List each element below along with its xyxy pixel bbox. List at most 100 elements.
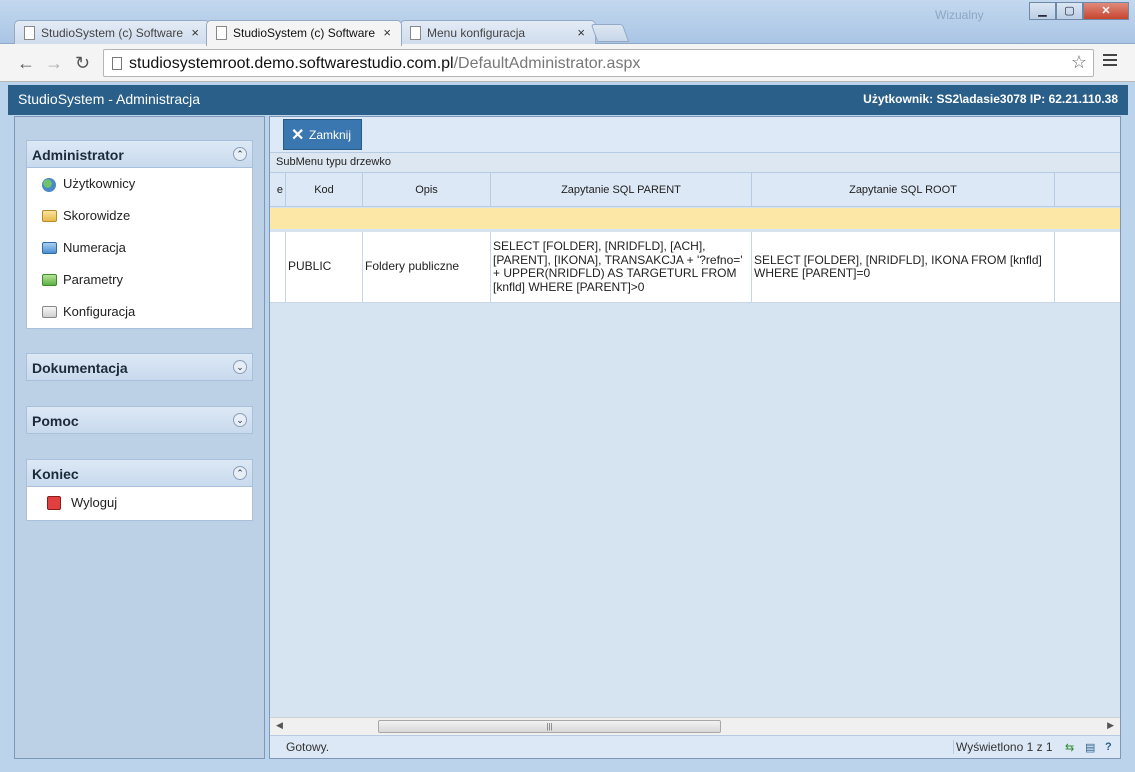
panel-header[interactable]: Koniec ⌃ [26, 459, 253, 487]
panel-header[interactable]: Pomoc ⌄ [26, 406, 253, 434]
sidebar-item-label: Parametry [63, 272, 123, 287]
panel-header[interactable]: Administrator ⌃ [26, 140, 253, 168]
horizontal-scrollbar[interactable]: ◀ ||| ▶ [270, 717, 1120, 735]
new-tab-button[interactable] [590, 24, 630, 42]
sidebar-item-users[interactable]: Użytkownicy [27, 168, 252, 200]
folder-blue-icon [42, 242, 57, 254]
app-header: StudioSystem - Administracja Użytkownik:… [8, 85, 1128, 115]
url-text: studiosystemroot.demo.softwarestudio.com… [129, 55, 640, 73]
scroll-right-arrow-icon[interactable]: ▶ [1107, 720, 1114, 731]
cell-kod: PUBLIC [286, 232, 363, 302]
sidebar-item-configuration[interactable]: Konfiguracja [27, 296, 252, 328]
panel-documentation: Dokumentacja ⌄ [26, 353, 253, 381]
folder-green-icon [42, 274, 57, 286]
record-count: Wyświetlono 1 z 1 [953, 740, 1053, 754]
url-path: /DefaultAdministrator.aspx [453, 55, 641, 72]
panel-title: Pomoc [32, 413, 79, 429]
browser-titlebar: Wizualny StudioSystem (c) Software × Stu… [0, 0, 1135, 46]
close-icon: ✕ [291, 127, 305, 144]
sidebar-item-label: Skorowidze [63, 208, 131, 223]
folder-yellow-icon [42, 210, 57, 222]
panel-help: Pomoc ⌄ [26, 406, 253, 434]
help-icon[interactable]: ? [1105, 741, 1112, 753]
os-user-label: Wizualny [935, 8, 984, 22]
app-title: StudioSystem - Administracja [18, 91, 201, 107]
folder-gray-icon [42, 306, 57, 318]
collapse-icon[interactable]: ⌃ [233, 466, 247, 480]
status-bar: Gotowy. Wyświetlono 1 z 1 ⇆ ▤ ? [270, 735, 1120, 758]
panel-end: Koniec ⌃ Wyloguj [26, 459, 253, 521]
cell-sql-parent: SELECT [FOLDER], [NRIDFLD], [ACH], [PARE… [491, 232, 752, 302]
column-header-sql-root[interactable]: Zapytanie SQL ROOT [752, 173, 1055, 207]
bookmark-star-icon[interactable]: ☆ [1071, 52, 1087, 73]
logout-icon [47, 496, 61, 510]
expand-icon[interactable]: ⌄ [233, 413, 247, 427]
close-button[interactable]: ✕ Zamknij [283, 119, 362, 150]
sidebar-item-label: Wyloguj [71, 495, 118, 510]
address-bar[interactable]: studiosystemroot.demo.softwarestudio.com… [103, 49, 1094, 77]
collapse-icon[interactable]: ⌃ [233, 147, 247, 161]
close-button-label: Zamknij [309, 128, 352, 142]
sidebar-item-parameters[interactable]: Parametry [27, 264, 252, 296]
table-row[interactable]: PUBLIC Foldery publiczne SELECT [FOLDER]… [270, 231, 1120, 303]
sidebar: Administrator ⌃ Użytkownicy Skorowidze N… [14, 116, 265, 759]
users-icon [42, 178, 56, 192]
close-icon[interactable]: × [577, 25, 585, 40]
browser-toolbar: ← → ↻ studiosystemroot.demo.softwarestud… [0, 44, 1135, 82]
page-icon [216, 26, 227, 40]
status-text: Gotowy. [286, 740, 330, 754]
browser-tab-3[interactable]: Menu konfiguracja × [400, 20, 596, 45]
grid-header: e Kod Opis Zapytanie SQL PARENT Zapytani… [270, 173, 1120, 207]
export-icon[interactable]: ▤ [1085, 741, 1095, 754]
column-header-opis[interactable]: Opis [363, 173, 491, 207]
page-icon [24, 26, 35, 40]
refresh-icon[interactable]: ⇆ [1065, 741, 1074, 754]
scrollbar-thumb[interactable]: ||| [378, 720, 721, 733]
panel-title: Koniec [32, 466, 79, 482]
window-close-button[interactable]: ✕ [1083, 2, 1129, 20]
panel-administrator: Administrator ⌃ Użytkownicy Skorowidze N… [26, 140, 253, 329]
panel-body: Użytkownicy Skorowidze Numeracja Paramet… [26, 168, 253, 329]
tab-title: StudioSystem (c) Software [41, 26, 183, 40]
column-header-sql-parent[interactable]: Zapytanie SQL PARENT [491, 173, 752, 207]
sidebar-item-logout[interactable]: Wyloguj [27, 487, 252, 519]
panel-header[interactable]: Dokumentacja ⌄ [26, 353, 253, 381]
back-arrow-icon[interactable]: ← [17, 53, 35, 74]
tab-title: Menu konfiguracja [427, 26, 526, 40]
user-info: Użytkownik: SS2\adasie3078 IP: 62.21.110… [863, 92, 1118, 106]
panel-body: Wyloguj [26, 487, 253, 521]
column-header[interactable]: e [270, 173, 286, 207]
data-grid: e Kod Opis Zapytanie SQL PARENT Zapytani… [270, 173, 1120, 717]
browser-tab-2-active[interactable]: StudioSystem (c) Software × [206, 20, 402, 46]
sidebar-item-indexes[interactable]: Skorowidze [27, 200, 252, 232]
sidebar-item-numbering[interactable]: Numeracja [27, 232, 252, 264]
window-controls: ▁ ▢ ✕ [1029, 2, 1129, 20]
close-icon[interactable]: × [383, 25, 391, 40]
forward-arrow-icon[interactable]: → [45, 53, 63, 74]
cell-opis: Foldery publiczne [363, 232, 491, 302]
sidebar-item-label: Numeracja [63, 240, 126, 255]
maximize-button[interactable]: ▢ [1056, 2, 1083, 20]
expand-icon[interactable]: ⌄ [233, 360, 247, 374]
sidebar-item-label: Użytkownicy [63, 176, 136, 191]
scroll-left-arrow-icon[interactable]: ◀ [276, 720, 283, 731]
filter-row[interactable] [270, 208, 1120, 229]
url-host: studiosystemroot.demo.softwarestudio.com… [129, 55, 454, 72]
cell-sql-root: SELECT [FOLDER], [NRIDFLD], IKONA FROM [… [752, 232, 1055, 302]
sidebar-item-label: Konfiguracja [63, 304, 136, 319]
browser-menu-icon[interactable] [1103, 54, 1117, 69]
main-toolbar: ✕ Zamknij [270, 117, 1120, 153]
browser-tab-1[interactable]: StudioSystem (c) Software × [14, 20, 210, 45]
table-cell [270, 232, 286, 302]
close-icon[interactable]: × [191, 25, 199, 40]
grid-caption: SubMenu typu drzewko [270, 153, 1120, 173]
tab-title: StudioSystem (c) Software [233, 26, 375, 40]
page-icon [112, 57, 122, 70]
reload-icon[interactable]: ↻ [75, 53, 90, 74]
panel-title: Dokumentacja [32, 360, 128, 376]
column-header-kod[interactable]: Kod [286, 173, 363, 207]
page-icon [410, 26, 421, 40]
panel-title: Administrator [32, 147, 124, 163]
main-content: ✕ Zamknij SubMenu typu drzewko e Kod Opi… [269, 116, 1121, 759]
minimize-button[interactable]: ▁ [1029, 2, 1056, 20]
